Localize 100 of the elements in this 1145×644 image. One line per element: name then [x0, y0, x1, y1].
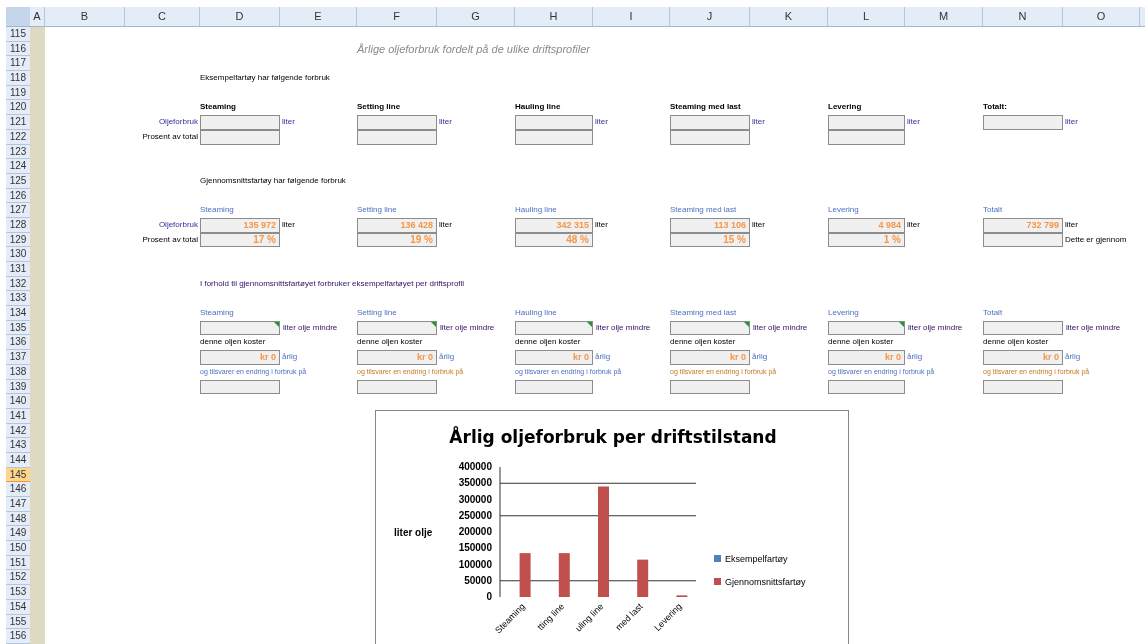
input-field[interactable] — [357, 320, 437, 336]
tick-label: 400000 — [458, 461, 492, 472]
column-header[interactable]: L — [828, 7, 905, 26]
input-field[interactable] — [200, 115, 280, 130]
column-header[interactable]: G — [437, 7, 515, 26]
column-header[interactable]: H — [515, 7, 593, 26]
column-label: Levering — [828, 101, 863, 114]
tick-label: 50000 — [464, 574, 492, 586]
error-indicator-icon — [744, 321, 749, 327]
value-cell: 135 972 — [200, 217, 280, 233]
input-field[interactable] — [983, 379, 1063, 395]
error-indicator-icon — [587, 321, 592, 327]
unit-label: liter — [281, 116, 296, 129]
column-label: Setting line — [357, 307, 398, 320]
input-field[interactable] — [670, 115, 750, 130]
input-field[interactable] — [515, 115, 593, 130]
tick-label: 100000 — [458, 558, 492, 570]
column-label: Hauling line — [515, 204, 558, 217]
period-label: årlig — [438, 351, 456, 364]
value-cell: 113 106 — [670, 217, 750, 233]
column-header[interactable]: K — [750, 7, 828, 26]
column-label: Hauling line — [515, 307, 558, 320]
unit-label: liter — [906, 116, 921, 129]
column-header[interactable]: N — [983, 7, 1063, 26]
value-cell: kr 0 — [357, 350, 437, 365]
input-field[interactable] — [983, 115, 1063, 130]
section-heading: I forhold til gjennomsnittsfartøyet forbruker eksempelfartøyet per driftsprofil — [200, 277, 466, 290]
period-label: årlig — [1064, 351, 1082, 364]
value-cell: kr 0 — [670, 350, 750, 365]
tick-label: 0 — [486, 591, 492, 602]
period-label: årlig — [906, 351, 924, 364]
row-label: Prosent av total — [141, 130, 199, 143]
input-field[interactable] — [828, 320, 905, 336]
value-cell: 342 315 — [515, 217, 593, 233]
legend-label: Gjennomsnittsfartøy — [725, 577, 806, 587]
input-field[interactable] — [200, 320, 280, 336]
sheet-title: Årlige oljeforbruk fordelt på de ulike driftsprofiler — [357, 41, 591, 57]
column-header[interactable]: D — [200, 7, 280, 26]
column-label: Hauling line — [515, 101, 562, 114]
input-field[interactable] — [357, 379, 437, 395]
row-label: Prosent av total — [141, 233, 199, 246]
column-header[interactable]: J — [670, 7, 750, 26]
input-field[interactable] — [828, 379, 905, 395]
cost-label: denne oljen koster — [670, 336, 737, 349]
unit-label: liter — [751, 116, 766, 129]
section-heading: Eksempelfartøy har følgende forbruk — [200, 72, 331, 85]
input-field[interactable] — [670, 320, 750, 336]
error-indicator-icon — [431, 321, 436, 327]
input-field[interactable] — [357, 115, 437, 130]
legend-swatch — [714, 555, 721, 562]
cost-label: denne oljen koster — [200, 336, 267, 349]
input-field[interactable] — [670, 379, 750, 395]
column-label: Steaming — [200, 204, 235, 217]
column-label: Setting line — [357, 101, 402, 114]
column-header[interactable]: I — [593, 7, 670, 26]
bar — [519, 553, 531, 597]
row-label: Oljeforbruk — [157, 116, 199, 129]
column-header[interactable]: C — [125, 7, 200, 26]
column-header[interactable]: M — [905, 7, 983, 26]
column-header[interactable]: F — [357, 7, 437, 26]
input-field[interactable] — [983, 320, 1063, 336]
column-header[interactable]: A — [30, 7, 45, 26]
period-label: årlig — [751, 351, 769, 364]
unit-label: liter — [751, 218, 766, 231]
value-cell: kr 0 — [983, 350, 1063, 365]
unit-label: liter — [1064, 218, 1079, 231]
value-cell: 732 799 — [983, 217, 1063, 233]
column-label: Totalt — [983, 307, 1004, 320]
column-label: Steaming med last — [670, 307, 738, 320]
column-label: Setting line — [357, 204, 398, 217]
tick-label: 350000 — [458, 477, 492, 489]
value-cell: kr 0 — [200, 350, 280, 365]
error-indicator-icon — [899, 321, 904, 327]
legend-label: Eksempelfartøy — [725, 554, 788, 564]
difference-label: liter olje mindre — [282, 321, 339, 334]
column-label: Totalt: — [983, 101, 1008, 114]
axis-title: liter olje — [394, 527, 433, 538]
column-header[interactable]: O — [1063, 7, 1140, 26]
input-field[interactable] — [515, 320, 593, 336]
difference-label: liter olje mindre — [439, 321, 496, 334]
bar — [637, 559, 649, 597]
column-header[interactable]: B — [45, 7, 125, 26]
unit-label: liter — [438, 218, 453, 231]
input-field[interactable] — [200, 379, 280, 395]
note-text: Dette er gjennom — [1064, 233, 1128, 246]
value-cell: kr 0 — [515, 350, 593, 365]
difference-label: liter olje mindre — [1065, 321, 1122, 334]
unit-label: liter — [1064, 116, 1079, 129]
bar — [558, 553, 570, 597]
legend-swatch — [714, 578, 721, 585]
unit-label: liter — [594, 116, 609, 129]
column-header[interactable]: E — [280, 7, 357, 26]
column-label: Steaming — [200, 307, 235, 320]
column-label: Levering — [828, 204, 860, 217]
chart-title: Årlig oljeforbruk per driftstilstand — [449, 427, 777, 447]
category-label: tting line — [535, 601, 567, 633]
input-field[interactable] — [515, 379, 593, 395]
input-field[interactable] — [828, 115, 905, 130]
tick-label: 200000 — [458, 526, 492, 537]
column-label: Steaming — [200, 101, 237, 114]
